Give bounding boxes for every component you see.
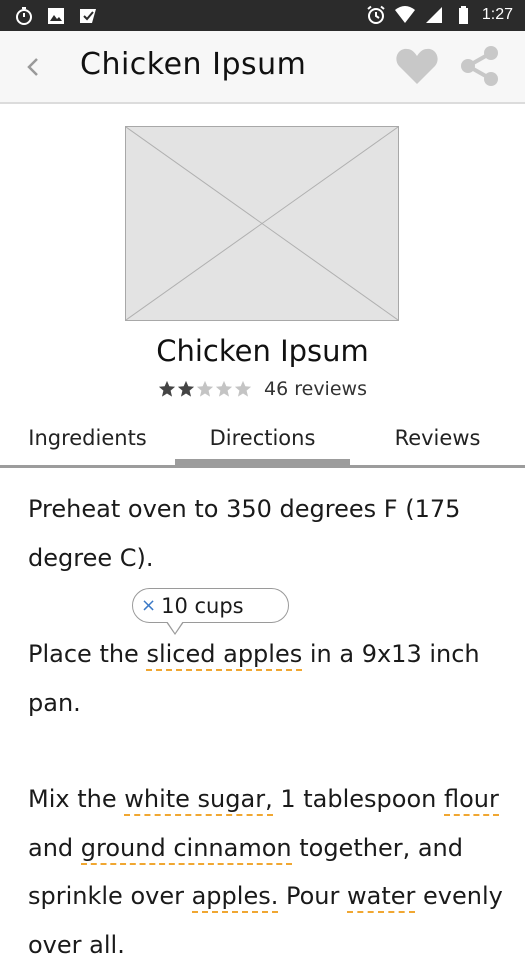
tab-directions[interactable]: Directions bbox=[175, 426, 350, 450]
ingredient-link-ground-cinnamon[interactable]: ground cinnamon bbox=[80, 833, 292, 865]
step-text: Pour bbox=[278, 882, 347, 910]
signal-icon bbox=[425, 7, 442, 23]
status-bar: 1:27 bbox=[0, 0, 525, 31]
tab-reviews[interactable]: Reviews bbox=[350, 426, 525, 450]
tab-ingredients[interactable]: Ingredients bbox=[0, 426, 175, 450]
step-text: Place the bbox=[28, 640, 147, 668]
tab-bar: Ingredients Directions Reviews bbox=[0, 420, 525, 468]
star-filled-icon bbox=[177, 380, 195, 397]
reviews-count[interactable]: 46 reviews bbox=[264, 378, 367, 400]
star-empty-icon bbox=[196, 380, 214, 397]
star-empty-icon bbox=[215, 380, 233, 397]
step-text: Mix the bbox=[28, 785, 125, 813]
battery-icon bbox=[458, 6, 468, 24]
ingredient-link-apples[interactable]: apples. bbox=[191, 882, 279, 913]
status-bar-left bbox=[14, 6, 98, 26]
direction-step-3: Mix the white sugar, 1 tablespoon flour … bbox=[28, 775, 508, 969]
chevron-left-icon[interactable] bbox=[20, 53, 48, 81]
directions-content: Preheat oven to 350 degrees F (175 degre… bbox=[28, 485, 508, 969]
tab-divider bbox=[0, 465, 525, 468]
step-text: 1 tablespoon bbox=[272, 785, 444, 813]
wifi-icon bbox=[394, 6, 415, 23]
ingredient-link-sliced-apples[interactable]: sliced apples bbox=[146, 640, 303, 671]
star-empty-icon bbox=[234, 380, 252, 397]
direction-step-2: Place the sliced apples in a 9x13 inch p… bbox=[28, 630, 508, 727]
ingredient-link-flour[interactable]: flour bbox=[443, 785, 499, 816]
share-icon[interactable] bbox=[458, 45, 502, 87]
app-bar: Chicken Ipsum bbox=[0, 31, 525, 104]
check-icon bbox=[80, 9, 96, 23]
alarm-icon bbox=[367, 5, 385, 24]
direction-step-1: Preheat oven to 350 degrees F (175 degre… bbox=[28, 495, 461, 572]
tooltip-tail-fill bbox=[167, 621, 183, 633]
star-filled-icon bbox=[158, 380, 176, 397]
status-bar-right: 1:27 bbox=[366, 5, 513, 25]
heart-icon[interactable] bbox=[395, 46, 439, 86]
ingredient-link-water[interactable]: water bbox=[346, 882, 416, 913]
ingredient-link-white-sugar[interactable]: white sugar, bbox=[124, 785, 273, 816]
status-time: 1:27 bbox=[481, 6, 513, 23]
step-text: and bbox=[28, 833, 81, 862]
app-bar-title: Chicken Ipsum bbox=[80, 47, 307, 82]
recipe-image bbox=[125, 126, 399, 321]
recipe-title: Chicken Ipsum bbox=[156, 334, 369, 368]
quantity-tooltip: × 10 cups bbox=[132, 588, 289, 623]
close-icon[interactable]: × bbox=[141, 595, 156, 616]
tooltip-quantity: 10 cups bbox=[161, 593, 244, 618]
star-rating bbox=[158, 380, 252, 398]
image-icon bbox=[48, 8, 64, 24]
rating-row: 46 reviews bbox=[0, 378, 525, 400]
stopwatch-icon bbox=[16, 7, 32, 25]
